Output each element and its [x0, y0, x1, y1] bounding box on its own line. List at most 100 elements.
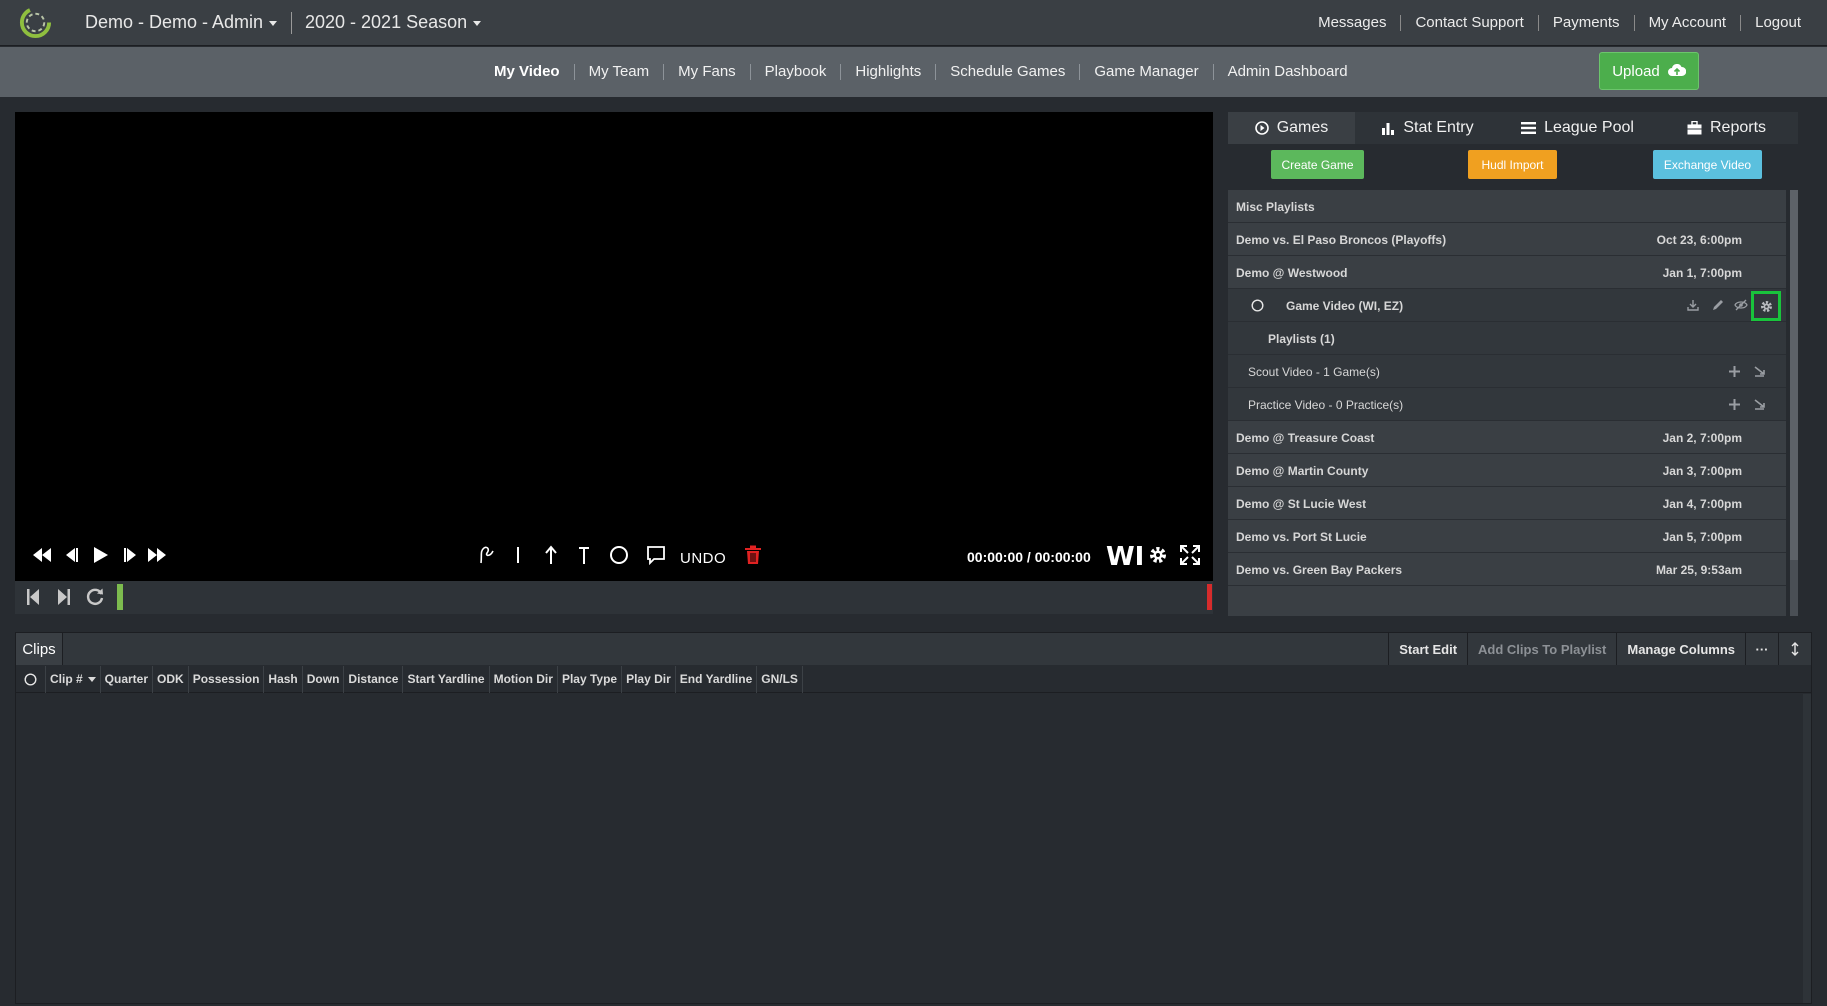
- column-possession[interactable]: Possession: [189, 665, 265, 693]
- nav-schedule-games[interactable]: Schedule Games: [935, 64, 1079, 80]
- column-quarter[interactable]: Quarter: [101, 665, 154, 693]
- timeline-start-marker[interactable]: [117, 584, 123, 610]
- hide-eye-icon[interactable]: [1733, 297, 1749, 313]
- column-hash[interactable]: Hash: [264, 665, 303, 693]
- sort-caret-icon: [87, 676, 96, 682]
- pencil-icon[interactable]: [1710, 297, 1726, 313]
- list-item[interactable]: Demo vs. Green Bay Packers Mar 25, 9:53a…: [1228, 553, 1786, 586]
- more-options-button[interactable]: ···: [1745, 633, 1778, 665]
- start-edit-button[interactable]: Start Edit: [1388, 633, 1467, 665]
- column-gn-ls[interactable]: GN/LS: [757, 665, 803, 693]
- game-date: Jan 2, 7:00pm: [1662, 431, 1742, 445]
- select-all-checkbox[interactable]: [16, 665, 46, 693]
- game-list-scrollbar[interactable]: [1790, 190, 1798, 616]
- draw-freehand-icon[interactable]: [476, 543, 498, 567]
- hudl-import-button[interactable]: Hudl Import: [1468, 150, 1557, 179]
- game-video-row[interactable]: Game Video (WI, EZ): [1228, 289, 1786, 322]
- video-player[interactable]: UNDO 00:00:00 / 00:00:00 WI: [15, 112, 1213, 581]
- draw-circle-icon[interactable]: [608, 543, 630, 567]
- download-icon[interactable]: [1751, 396, 1767, 412]
- play-icon[interactable]: [90, 544, 112, 566]
- tab-games[interactable]: Games: [1228, 112, 1355, 144]
- playlists-label: Playlists (1): [1268, 332, 1335, 346]
- nav-playbook[interactable]: Playbook: [749, 64, 841, 80]
- app-logo-icon[interactable]: [18, 5, 53, 40]
- refresh-icon[interactable]: [84, 586, 106, 608]
- nav-my-video[interactable]: My Video: [480, 64, 574, 80]
- column-start-yardline[interactable]: Start Yardline: [403, 665, 490, 693]
- previous-clip-icon[interactable]: [25, 587, 41, 607]
- column-end-yardline[interactable]: End Yardline: [676, 665, 758, 693]
- scrollbar-thumb[interactable]: [1790, 190, 1798, 560]
- tab-league-pool[interactable]: League Pool: [1500, 112, 1655, 144]
- fast-forward-icon[interactable]: [146, 544, 168, 566]
- create-game-button[interactable]: Create Game: [1271, 150, 1364, 179]
- nav-highlights[interactable]: Highlights: [840, 64, 935, 80]
- list-item[interactable]: Demo @ Westwood Jan 1, 7:00pm: [1228, 256, 1786, 289]
- clips-table-header: Clip # Quarter ODK Possession Hash Down …: [16, 665, 1811, 693]
- messages-link[interactable]: Messages: [1304, 15, 1400, 31]
- upload-button[interactable]: Upload: [1599, 52, 1699, 90]
- tab-clips[interactable]: Clips: [16, 633, 63, 665]
- list-item[interactable]: [1228, 586, 1786, 616]
- comment-icon[interactable]: [645, 543, 667, 567]
- nav-my-team[interactable]: My Team: [573, 64, 664, 80]
- team-dropdown[interactable]: Demo - Demo - Admin: [85, 0, 278, 46]
- undo-button[interactable]: UNDO: [680, 550, 726, 567]
- play-circle-icon: [1254, 121, 1269, 135]
- column-play-type[interactable]: Play Type: [558, 665, 623, 693]
- draw-block-icon[interactable]: [575, 543, 593, 567]
- list-item[interactable]: Demo vs. El Paso Broncos (Playoffs) Oct …: [1228, 223, 1786, 256]
- column-play-dir[interactable]: Play Dir: [622, 665, 676, 693]
- list-item[interactable]: Demo @ Treasure Coast Jan 2, 7:00pm: [1228, 421, 1786, 454]
- step-back-icon[interactable]: [60, 544, 82, 566]
- draw-arrow-icon[interactable]: [542, 543, 560, 567]
- column-motion-dir[interactable]: Motion Dir: [490, 665, 558, 693]
- bar-chart-icon: [1382, 123, 1395, 135]
- clips-scrollbar[interactable]: [1803, 694, 1811, 1003]
- download-icon[interactable]: [1751, 363, 1767, 379]
- nav-my-fans[interactable]: My Fans: [663, 64, 750, 80]
- column-clip-number[interactable]: Clip #: [46, 665, 101, 693]
- list-item[interactable]: Playlists (1): [1228, 322, 1786, 355]
- column-odk[interactable]: ODK: [153, 665, 189, 693]
- season-dropdown[interactable]: 2020 - 2021 Season: [305, 0, 482, 46]
- clips-actions: Start Edit Add Clips To Playlist Manage …: [1388, 633, 1811, 665]
- resize-icon[interactable]: [1778, 633, 1811, 665]
- list-item[interactable]: Misc Playlists: [1228, 190, 1786, 223]
- exchange-video-button[interactable]: Exchange Video: [1653, 150, 1762, 179]
- fullscreen-icon[interactable]: [1178, 543, 1202, 567]
- list-item[interactable]: Practice Video - 0 Practice(s): [1228, 388, 1786, 421]
- tab-stat-entry[interactable]: Stat Entry: [1355, 112, 1500, 144]
- column-distance[interactable]: Distance: [344, 665, 404, 693]
- radio-circle-icon[interactable]: [1251, 299, 1264, 312]
- contact-support-link[interactable]: Contact Support: [1400, 15, 1537, 31]
- trash-icon[interactable]: [742, 543, 764, 567]
- add-icon[interactable]: [1726, 363, 1742, 379]
- nav-admin-dashboard[interactable]: Admin Dashboard: [1212, 64, 1362, 80]
- timeline-bar[interactable]: [15, 581, 1213, 614]
- manage-columns-button[interactable]: Manage Columns: [1616, 633, 1745, 665]
- list-item[interactable]: Demo vs. Port St Lucie Jan 5, 7:00pm: [1228, 520, 1786, 553]
- rewind-icon[interactable]: [31, 544, 53, 566]
- gear-icon: [1760, 300, 1772, 312]
- settings-gear-highlight[interactable]: [1751, 291, 1781, 321]
- gear-icon[interactable]: [1146, 543, 1170, 567]
- nav-game-manager[interactable]: Game Manager: [1079, 64, 1212, 80]
- game-date: Mar 25, 9:53am: [1655, 563, 1742, 577]
- draw-line-icon[interactable]: [509, 543, 527, 567]
- list-item[interactable]: Demo @ St Lucie West Jan 4, 7:00pm: [1228, 487, 1786, 520]
- payments-link[interactable]: Payments: [1537, 15, 1634, 31]
- add-clips-to-playlist-button[interactable]: Add Clips To Playlist: [1467, 633, 1616, 665]
- my-account-link[interactable]: My Account: [1633, 15, 1741, 31]
- list-item[interactable]: Scout Video - 1 Game(s): [1228, 355, 1786, 388]
- tab-reports[interactable]: Reports: [1655, 112, 1798, 144]
- list-item[interactable]: Demo @ Martin County Jan 3, 7:00pm: [1228, 454, 1786, 487]
- download-icon[interactable]: [1685, 297, 1701, 313]
- add-icon[interactable]: [1726, 396, 1742, 412]
- step-forward-icon[interactable]: [120, 544, 142, 566]
- timeline-end-marker[interactable]: [1207, 584, 1212, 610]
- logout-link[interactable]: Logout: [1740, 15, 1815, 31]
- column-down[interactable]: Down: [303, 665, 345, 693]
- next-clip-icon[interactable]: [56, 587, 72, 607]
